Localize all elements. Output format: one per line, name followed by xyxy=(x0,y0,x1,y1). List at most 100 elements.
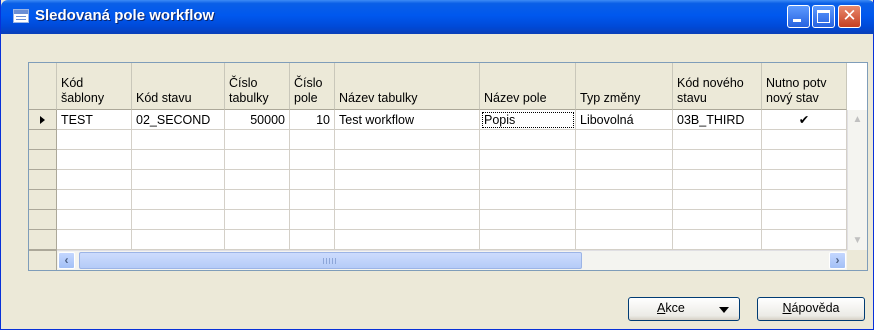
column-header[interactable]: Nutno potv nový stav xyxy=(762,63,847,110)
grid-cell[interactable] xyxy=(57,230,132,250)
grid-cell[interactable] xyxy=(762,150,847,170)
grid-cell[interactable] xyxy=(290,230,335,250)
chevron-down-icon xyxy=(719,307,729,313)
grid-cell[interactable] xyxy=(576,210,673,230)
scroll-left-icon[interactable]: ‹ xyxy=(58,252,75,269)
row-selector[interactable] xyxy=(29,170,57,190)
grid-cell[interactable] xyxy=(335,170,480,190)
grid-cell[interactable] xyxy=(335,210,480,230)
grid-cell[interactable] xyxy=(576,150,673,170)
fields-grid[interactable]: Kód šablony Kód stavu Číslo tabulky Číslo pole… xyxy=(28,62,868,271)
column-header-label: Kód stavu xyxy=(136,76,192,106)
grid-cell[interactable] xyxy=(132,210,225,230)
grid-cell[interactable]: 02_SECOND xyxy=(132,110,225,130)
grid-cell[interactable] xyxy=(335,130,480,150)
horizontal-scroll-thumb[interactable] xyxy=(79,252,582,269)
grid-cell[interactable] xyxy=(480,150,576,170)
grid-cell[interactable] xyxy=(132,150,225,170)
grid-cell[interactable] xyxy=(335,190,480,210)
grid-cell[interactable] xyxy=(762,190,847,210)
column-header[interactable]: Kód nového stavu xyxy=(673,63,762,110)
grid-cell[interactable] xyxy=(576,190,673,210)
grid-cell[interactable] xyxy=(57,210,132,230)
column-header-label: Kód nového stavu xyxy=(677,76,744,106)
grid-cell[interactable] xyxy=(480,210,576,230)
grid-cell[interactable] xyxy=(225,190,290,210)
grid-cell[interactable]: 10 xyxy=(290,110,335,130)
minimize-button[interactable] xyxy=(787,5,810,28)
column-header-line1: Číslo xyxy=(294,76,323,90)
grid-cell[interactable] xyxy=(673,190,762,210)
grid-cell[interactable] xyxy=(57,190,132,210)
column-header[interactable]: Kód stavu xyxy=(132,63,225,110)
table-icon xyxy=(13,9,29,23)
maximize-button[interactable] xyxy=(812,5,835,28)
grid-cell[interactable] xyxy=(225,170,290,190)
grid-cell[interactable] xyxy=(480,130,576,150)
grid-cell[interactable] xyxy=(480,230,576,250)
scroll-up-icon[interactable]: ▲ xyxy=(849,111,866,128)
grid-cell[interactable]: Popis xyxy=(480,110,576,130)
grid-cell[interactable] xyxy=(132,130,225,150)
grid-cell[interactable] xyxy=(673,130,762,150)
grid-cell[interactable] xyxy=(57,170,132,190)
close-button[interactable]: ✕ xyxy=(838,5,861,28)
grid-cell[interactable] xyxy=(762,170,847,190)
grid-cell[interactable] xyxy=(762,230,847,250)
row-selector[interactable] xyxy=(29,150,57,170)
vertical-scrollbar[interactable]: ▲ ▼ xyxy=(847,110,867,250)
row-selector[interactable] xyxy=(29,230,57,250)
grid-cell[interactable]: 50000 xyxy=(225,110,290,130)
grid-cell[interactable] xyxy=(132,230,225,250)
grid-cell[interactable] xyxy=(762,210,847,230)
title-bar[interactable]: Sledovaná pole workflow ✕ xyxy=(1,0,874,34)
grid-cell[interactable] xyxy=(290,150,335,170)
actions-button[interactable]: Akce xyxy=(628,297,740,321)
column-header[interactable]: Typ změny xyxy=(576,63,673,110)
grid-cell[interactable] xyxy=(673,170,762,190)
grid-cell[interactable]: Libovolná xyxy=(576,110,673,130)
grid-cell[interactable] xyxy=(576,170,673,190)
grid-cell[interactable] xyxy=(225,210,290,230)
grid-cell[interactable] xyxy=(576,130,673,150)
column-header[interactable]: Název tabulky xyxy=(335,63,480,110)
grid-cell[interactable]: ✔ xyxy=(762,110,847,130)
scroll-right-icon[interactable]: › xyxy=(829,252,846,269)
grid-cell[interactable] xyxy=(673,210,762,230)
grid-cell[interactable] xyxy=(335,230,480,250)
row-selector[interactable] xyxy=(29,210,57,230)
grid-cell[interactable] xyxy=(225,130,290,150)
grid-cell[interactable] xyxy=(132,190,225,210)
row-selector[interactable] xyxy=(29,190,57,210)
grid-cell[interactable]: Test workflow xyxy=(335,110,480,130)
grid-cell[interactable]: TEST xyxy=(57,110,132,130)
grid-cell[interactable] xyxy=(57,130,132,150)
grid-cell[interactable] xyxy=(673,230,762,250)
grid-cell[interactable] xyxy=(480,170,576,190)
grid-cell[interactable] xyxy=(132,170,225,190)
grid-cell[interactable] xyxy=(335,150,480,170)
column-header[interactable]: Číslo tabulky xyxy=(225,63,290,110)
grid-cell[interactable] xyxy=(762,130,847,150)
grid-cell[interactable]: 03B_THIRD xyxy=(673,110,762,130)
column-header[interactable]: Kód šablony xyxy=(57,63,132,110)
grid-cell[interactable] xyxy=(290,170,335,190)
grid-cell[interactable] xyxy=(290,210,335,230)
column-header-line2: tabulky xyxy=(229,91,269,105)
grid-cell[interactable] xyxy=(576,230,673,250)
column-header[interactable]: Číslo pole xyxy=(290,63,335,110)
grid-cell[interactable] xyxy=(290,190,335,210)
row-selector[interactable] xyxy=(29,130,57,150)
grid-cell[interactable] xyxy=(673,150,762,170)
column-header[interactable]: Název pole xyxy=(480,63,576,110)
help-button[interactable]: Nápověda xyxy=(757,297,865,321)
grid-cell[interactable] xyxy=(290,130,335,150)
scroll-down-icon[interactable]: ▼ xyxy=(849,232,866,249)
row-selector[interactable] xyxy=(29,110,57,130)
grid-cell[interactable] xyxy=(57,150,132,170)
column-header-line2: šablony xyxy=(61,91,105,105)
grid-cell[interactable] xyxy=(480,190,576,210)
grid-cell[interactable] xyxy=(225,230,290,250)
horizontal-scrollbar[interactable]: ‹ › xyxy=(57,250,847,270)
grid-cell[interactable] xyxy=(225,150,290,170)
